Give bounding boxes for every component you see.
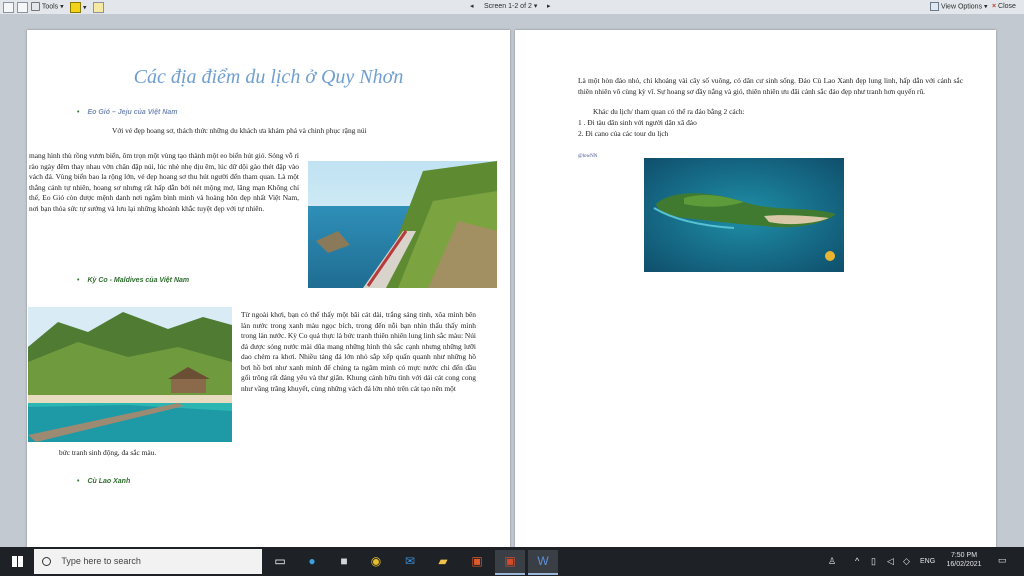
- travel-method-2: 2. Đi cano của các tour du lịch: [578, 129, 669, 138]
- mail-icon[interactable]: ✉: [395, 550, 425, 573]
- windows-logo-icon: [11, 556, 23, 568]
- powerpoint-icon[interactable]: ▣: [462, 550, 492, 573]
- language-indicator[interactable]: ENG: [920, 558, 935, 565]
- ky-co-photo: [28, 307, 232, 442]
- search-placeholder: Type here to search: [61, 556, 141, 566]
- battery-icon[interactable]: ▯: [871, 556, 876, 567]
- tools-menu[interactable]: Tools ▾: [31, 2, 64, 12]
- save-icon[interactable]: [3, 2, 16, 13]
- chevron-down-icon: ▾: [533, 3, 538, 10]
- chevron-down-icon: ▾: [60, 3, 64, 11]
- reading-workspace: Các địa điểm du lịch ở Quy Nhơn • Eo Gió …: [0, 14, 1024, 560]
- bullet-dot-icon: •: [77, 478, 80, 485]
- next-screen-button[interactable]: ▸: [547, 2, 551, 12]
- task-view-icon[interactable]: ▭: [265, 550, 295, 573]
- start-button[interactable]: [2, 550, 32, 573]
- office-icon[interactable]: ▣: [495, 550, 525, 575]
- document-page-2: Là một hòn đảo nhỏ, chỉ khoảng vài cây s…: [515, 30, 996, 560]
- windows-taskbar: Type here to search ▭ ● ■ ◉ ✉ ▰ ▣ ▣ W ♙ …: [0, 547, 1024, 576]
- close-icon: ×: [992, 3, 997, 10]
- eo-gio-paragraph-first-line: Với vẻ đẹp hoang sơ, thách thức những du…: [112, 126, 507, 137]
- document-page-1: Các địa điểm du lịch ở Quy Nhơn • Eo Gió …: [27, 30, 510, 560]
- ky-co-paragraph: Từ ngoài khơi, bạn có thể thấy một bãi c…: [241, 310, 476, 393]
- volume-icon[interactable]: ◁: [887, 556, 894, 567]
- view-options-icon: [930, 2, 939, 11]
- screen-indicator[interactable]: Screen 1-2 of 2 ▾: [484, 2, 537, 12]
- bullet-dot-icon: •: [77, 277, 80, 284]
- bullet-cu-lao-xanh-label: Cù Lao Xanh: [87, 478, 131, 485]
- close-label: Close: [998, 3, 1016, 10]
- network-icon[interactable]: ◇: [903, 556, 910, 567]
- view-options-label: View Options: [940, 3, 983, 11]
- ky-co-paragraph-tail: bức tranh sinh động, đa sắc màu.: [59, 448, 157, 457]
- print-icon[interactable]: [17, 2, 30, 13]
- bullet-ky-co: • Kỳ Co - Maldives của Việt Nam: [77, 277, 189, 284]
- edge-icon[interactable]: ●: [297, 550, 327, 573]
- highlight-icon[interactable]: ▾: [70, 2, 86, 13]
- chevron-down-icon: ▾: [984, 3, 988, 11]
- bullet-eo-gio-label: Eo Gió – Jeju của Việt Nam: [87, 109, 178, 116]
- bullet-dot-icon: •: [77, 109, 80, 116]
- eo-gio-photo: [308, 161, 497, 288]
- document-title: Các địa điểm du lịch ở Quy Nhơn: [133, 66, 404, 88]
- screen-label: Screen 1-2 of 2: [484, 3, 532, 10]
- store-icon[interactable]: ■: [329, 550, 359, 573]
- chevron-up-icon[interactable]: ^: [855, 556, 859, 566]
- view-options-button[interactable]: View Options ▾: [930, 2, 988, 12]
- comment-icon[interactable]: [93, 2, 106, 13]
- travel-method-1: 1 . Đi tàu dân sinh với người dân xã đảo: [578, 118, 697, 127]
- previous-screen-button[interactable]: ◂: [470, 2, 474, 12]
- notification-icon[interactable]: ▭: [998, 555, 1007, 566]
- travel-methods-heading: Khác du lịch/ tham quan có thể ra đảo bằ…: [593, 107, 745, 116]
- reading-toolbar: Tools ▾ ▾ ◂ Screen 1-2 of 2 ▾ ▸ View Opt…: [0, 0, 1024, 15]
- clock[interactable]: 7:50 PM 16/02/2021: [942, 552, 986, 568]
- close-button[interactable]: × Close: [992, 2, 1016, 12]
- clock-date: 16/02/2021: [946, 561, 982, 568]
- chrome-icon[interactable]: ◉: [361, 550, 391, 573]
- tools-icon: [31, 2, 40, 11]
- clock-time: 7:50 PM: [950, 552, 978, 559]
- tools-label: Tools: [41, 3, 59, 11]
- eo-gio-paragraph-first-text: Với vẻ đẹp hoang sơ, thách thức những du…: [112, 126, 367, 135]
- word-icon[interactable]: W: [528, 550, 558, 575]
- search-icon: [42, 557, 51, 567]
- bullet-ky-co-label: Kỳ Co - Maldives của Việt Nam: [87, 277, 190, 284]
- cu-lao-xanh-paragraph: Là một hòn đảo nhỏ, chỉ khoảng vài cây s…: [578, 76, 963, 96]
- people-icon[interactable]: ♙: [828, 556, 836, 567]
- bullet-cu-lao-xanh: • Cù Lao Xanh: [77, 478, 130, 485]
- file-explorer-icon[interactable]: ▰: [428, 550, 458, 573]
- cu-lao-xanh-photo: [644, 158, 844, 272]
- eo-gio-paragraph: mang hình thù rồng vươn biển, ôm trọn mộ…: [29, 151, 299, 213]
- bullet-eo-gio: • Eo Gió – Jeju của Việt Nam: [77, 109, 177, 116]
- taskbar-search[interactable]: Type here to search: [34, 549, 262, 574]
